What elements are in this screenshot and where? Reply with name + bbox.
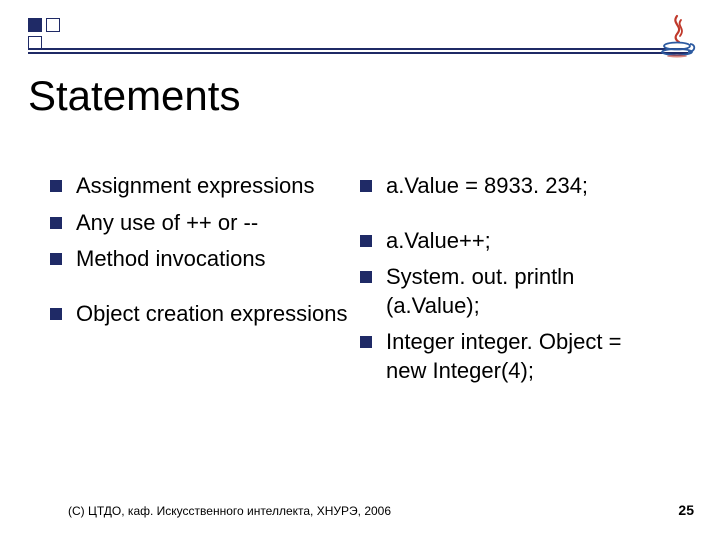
square-bullet-icon xyxy=(360,271,372,283)
square-bullet-icon xyxy=(50,180,62,192)
decor-square xyxy=(28,18,42,32)
list-item-text: a.Value++; xyxy=(386,227,491,256)
decor-line xyxy=(28,52,688,54)
square-bullet-icon xyxy=(50,253,62,265)
slide: Statements Assignment expressions Any use… xyxy=(0,0,720,540)
list-item: System. out. println (a.Value); xyxy=(360,263,660,320)
list-item: Integer integer. Object = new Integer(4)… xyxy=(360,328,660,385)
list-item: Method invocations xyxy=(50,245,350,274)
list-item-text: Any use of ++ or -- xyxy=(76,209,258,238)
decor-square xyxy=(46,18,60,32)
list-item: a.Value = 8933. 234; xyxy=(360,172,660,201)
square-bullet-icon xyxy=(360,235,372,247)
square-bullet-icon xyxy=(360,336,372,348)
list-item-text: Assignment expressions xyxy=(76,172,314,201)
java-logo-icon xyxy=(656,14,698,58)
page-number: 25 xyxy=(678,502,694,518)
page-title: Statements xyxy=(28,72,240,120)
square-bullet-icon xyxy=(360,180,372,192)
footer-text: (С) ЦТДО, каф. Искусственного интеллекта… xyxy=(68,504,391,518)
left-column: Assignment expressions Any use of ++ or -… xyxy=(50,172,360,394)
list-item: a.Value++; xyxy=(360,227,660,256)
content-columns: Assignment expressions Any use of ++ or -… xyxy=(50,172,670,394)
list-item: Any use of ++ or -- xyxy=(50,209,350,238)
square-bullet-icon xyxy=(50,217,62,229)
decor-line xyxy=(28,48,688,50)
list-item-text: Object creation expressions xyxy=(76,300,347,329)
header-decoration xyxy=(28,18,688,50)
list-item: Assignment expressions xyxy=(50,172,350,201)
list-item: Object creation expressions xyxy=(50,300,350,329)
list-item-text: a.Value = 8933. 234; xyxy=(386,172,588,201)
list-item-text: Integer integer. Object = new Integer(4)… xyxy=(386,328,660,385)
square-bullet-icon xyxy=(50,308,62,320)
list-item-text: System. out. println (a.Value); xyxy=(386,263,660,320)
list-item-text: Method invocations xyxy=(76,245,266,274)
right-column: a.Value = 8933. 234; a.Value++; System. ou… xyxy=(360,172,670,394)
